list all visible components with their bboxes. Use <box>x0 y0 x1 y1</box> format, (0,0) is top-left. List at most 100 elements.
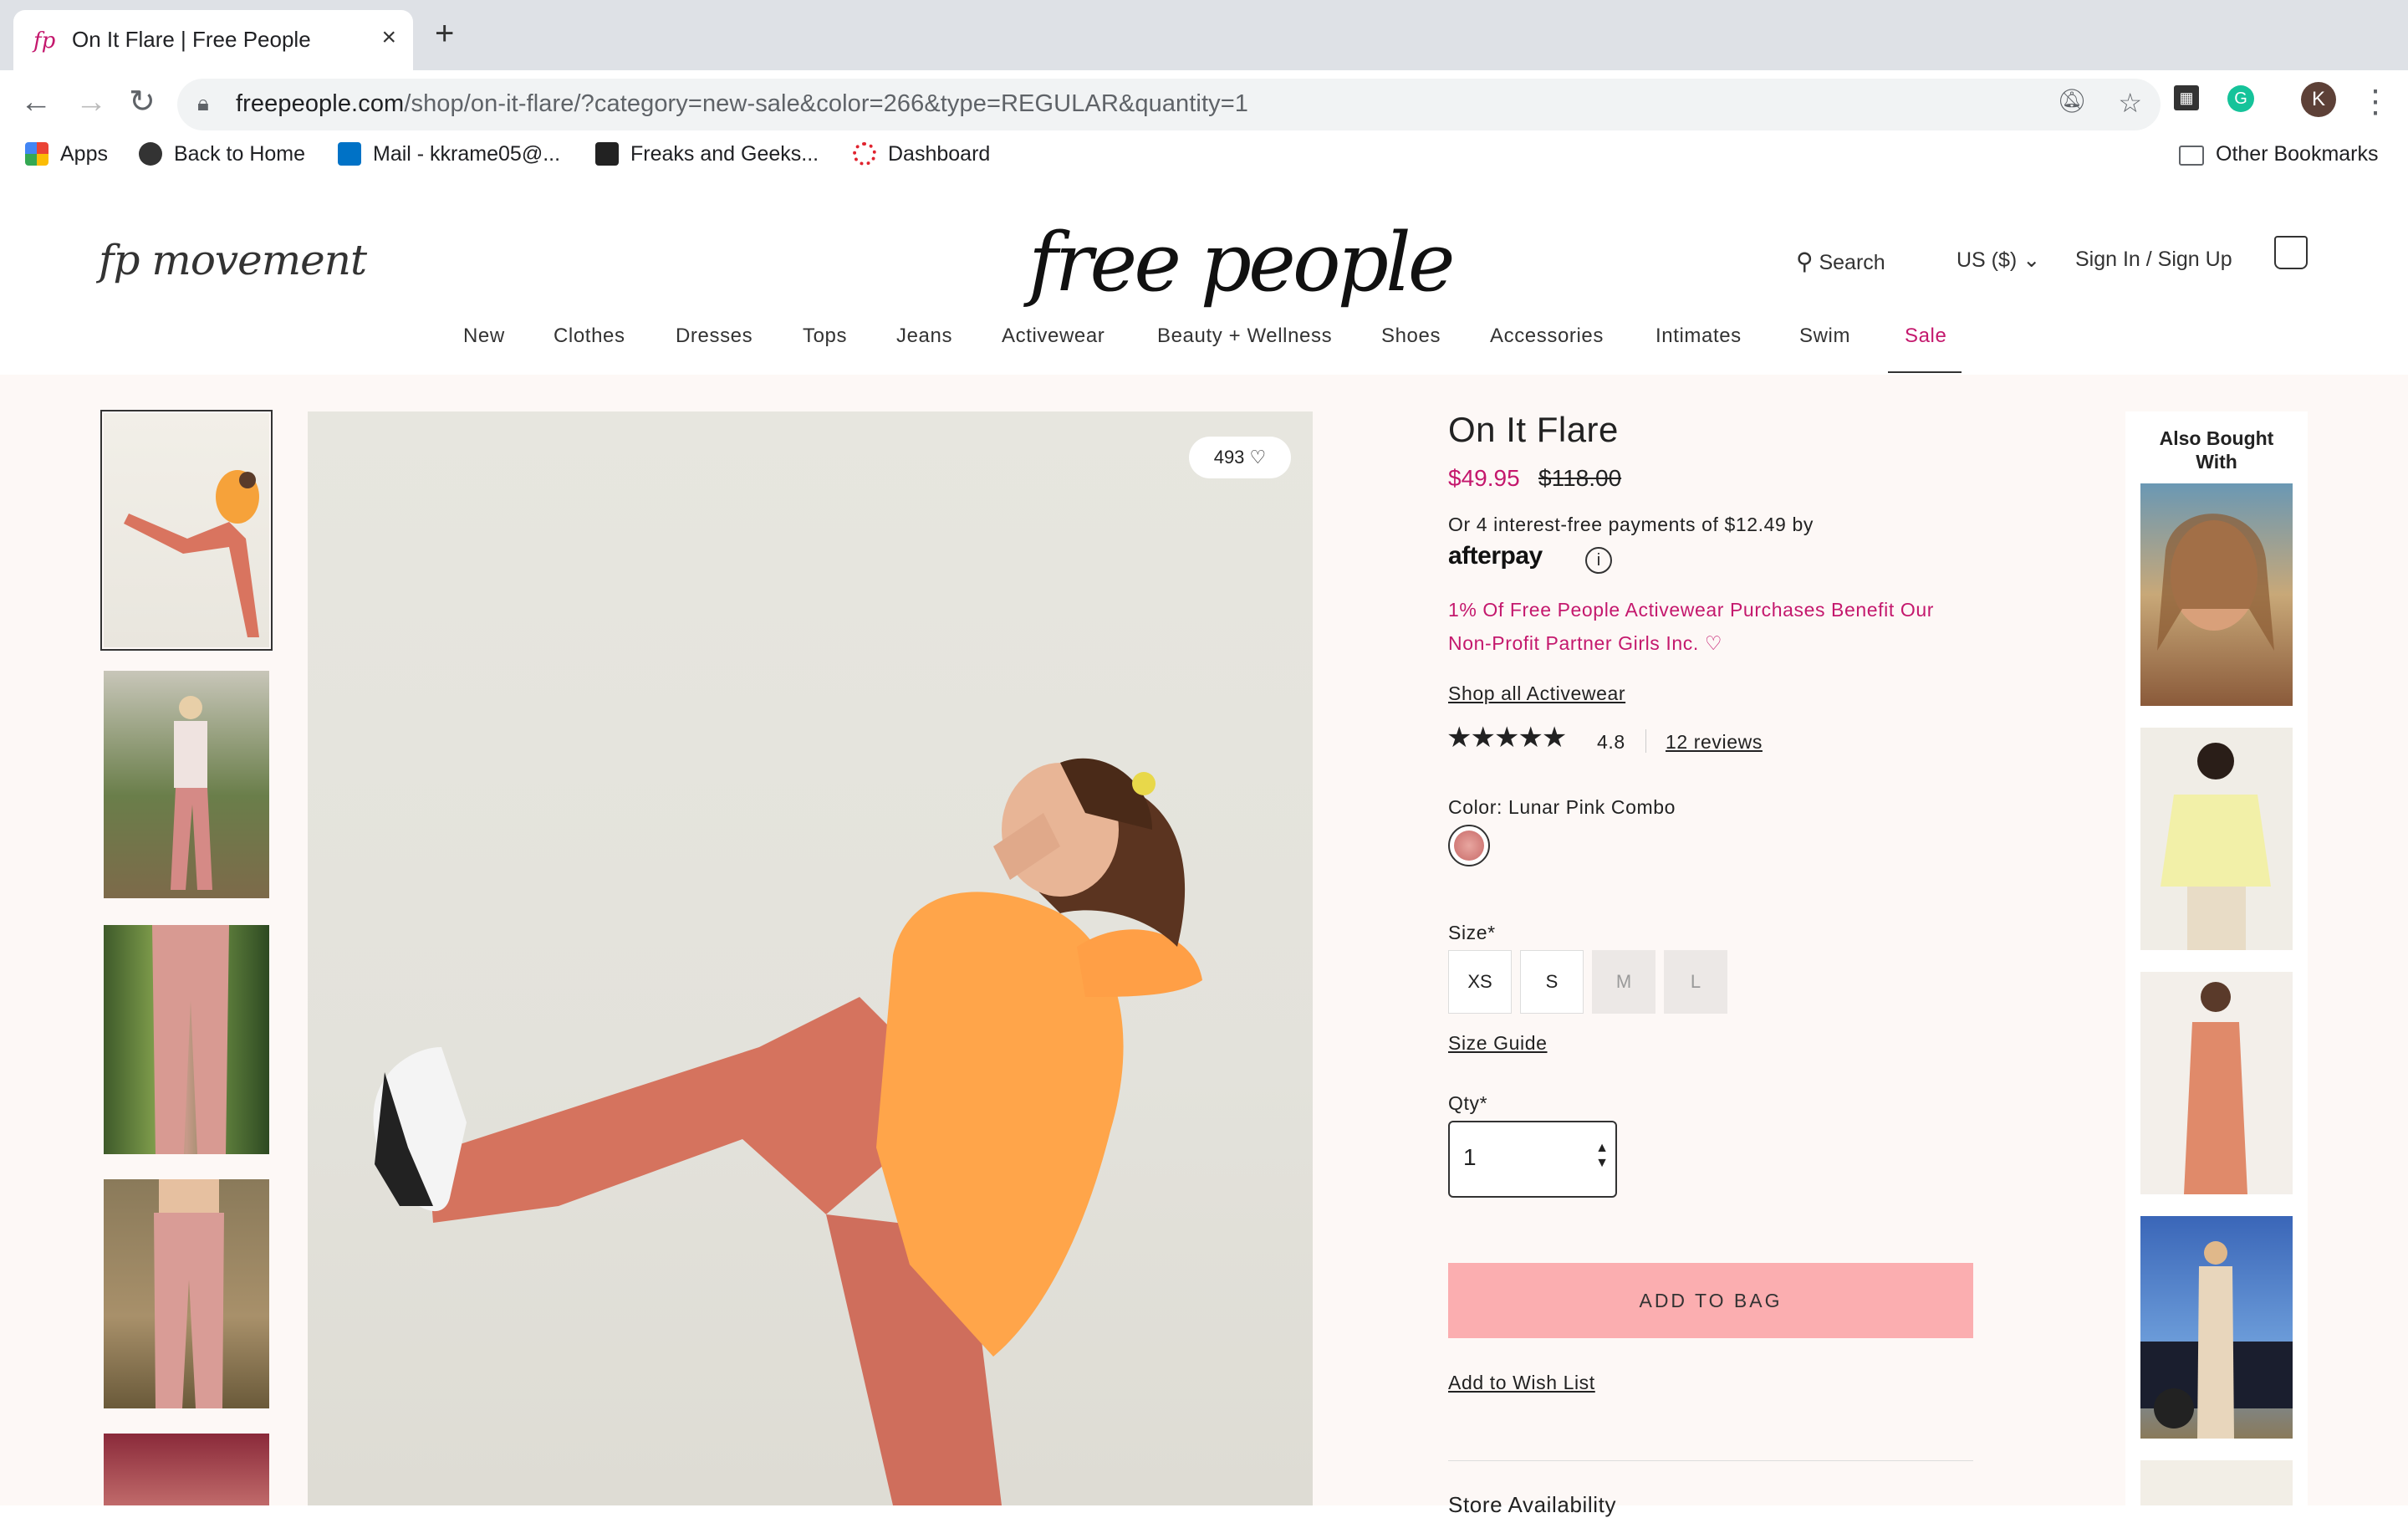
size-guide-link[interactable]: Size Guide <box>1448 1032 1548 1055</box>
nav-intimates[interactable]: Intimates <box>1656 325 1742 348</box>
also-bought-title-line1: Also Bought <box>2159 427 2274 449</box>
thumbnail-image[interactable] <box>104 671 269 898</box>
original-price: $118.00 <box>1538 465 1622 491</box>
stepper-arrows-icon[interactable]: ▲ ▼ <box>1595 1141 1609 1171</box>
profile-avatar[interactable]: K <box>2301 82 2336 117</box>
heart-icon: ♡ <box>1249 447 1267 468</box>
free-people-logo[interactable]: free people <box>1028 216 1456 309</box>
also-bought-item[interactable] <box>2140 1216 2293 1439</box>
product-title: On It Flare <box>1448 410 1619 449</box>
currency-selector[interactable]: US ($) ⌄ <box>1956 248 2040 273</box>
bookmark-back-to-home[interactable]: Back to Home <box>139 142 305 166</box>
quantity-stepper[interactable]: 1 ▲ ▼ <box>1448 1121 1617 1198</box>
url-domain: freepeople.com <box>236 90 405 117</box>
bookmark-freaks-and-geeks[interactable]: Freaks and Geeks... <box>595 142 819 166</box>
likes-button[interactable]: 493 ♡ <box>1189 437 1291 478</box>
sale-price: $49.95 <box>1448 465 1520 491</box>
search-label: Search <box>1819 251 1885 274</box>
info-icon[interactable]: i <box>1585 547 1612 574</box>
star-rating-icon: ★★★★★ <box>1446 722 1567 754</box>
thumbnail-image[interactable] <box>100 410 273 651</box>
nav-swim[interactable]: Swim <box>1799 325 1850 348</box>
size-l-button[interactable]: L <box>1664 950 1727 1014</box>
bookmark-label: Dashboard <box>888 142 991 166</box>
apps-grid-icon <box>25 142 48 166</box>
notifications-off-icon[interactable]: 🔕︎ <box>2057 87 2087 115</box>
also-bought-item[interactable] <box>2140 728 2293 950</box>
bookmark-dashboard[interactable]: Dashboard <box>853 142 990 166</box>
grammarly-icon[interactable]: G <box>2227 85 2254 112</box>
close-tab-icon[interactable]: × <box>381 23 396 52</box>
charity-text-line2[interactable]: Non-Profit Partner Girls Inc. ♡ <box>1448 632 1722 655</box>
lock-icon: 🔒︎ <box>197 90 209 115</box>
rating-value: 4.8 <box>1597 731 1625 753</box>
nav-clothes[interactable]: Clothes <box>554 325 625 348</box>
nav-beauty-wellness[interactable]: Beauty + Wellness <box>1157 325 1332 348</box>
browser-tab[interactable]: fp On It Flare | Free People × <box>13 10 413 70</box>
shop-all-activewear-link[interactable]: Shop all Activewear <box>1448 682 1625 705</box>
search-button[interactable]: ⚲ Search <box>1796 248 1885 275</box>
nav-new[interactable]: New <box>463 325 505 348</box>
currency-label: US ($) <box>1956 248 2018 272</box>
swatch-fill <box>1454 831 1484 861</box>
bookmark-label: Apps <box>60 142 108 166</box>
qty-label: Qty* <box>1448 1092 1488 1114</box>
shopping-bag-icon[interactable] <box>2274 236 2308 269</box>
freepeople-favicon-icon: fp <box>33 28 56 54</box>
model-sweater-photo <box>2161 743 2271 950</box>
add-to-bag-button[interactable]: ADD TO BAG <box>1448 1263 1973 1338</box>
back-arrow-icon[interactable]: ← <box>20 85 52 119</box>
color-label: Color: Lunar Pink Combo <box>1448 796 1676 818</box>
charity-text-line1: 1% Of Free People Activewear Purchases B… <box>1448 599 1934 621</box>
also-bought-item[interactable] <box>2140 972 2293 1194</box>
nav-dresses[interactable]: Dresses <box>676 325 752 348</box>
browser-toolbar: ← → ↻ 🔒︎ freepeople.com/shop/on-it-flare… <box>0 70 2408 199</box>
new-tab-icon[interactable]: + <box>435 17 454 50</box>
site-header: fp movement free people ⚲ Search US ($) … <box>0 186 2408 376</box>
nav-jeans[interactable]: Jeans <box>896 325 952 348</box>
nav-sale[interactable]: Sale <box>1905 325 1946 348</box>
folder-icon <box>2179 146 2204 166</box>
sign-in-link[interactable]: Sign In / Sign Up <box>2075 248 2232 272</box>
divider <box>1645 729 1646 753</box>
bookmark-star-icon[interactable]: ☆ <box>2118 87 2142 119</box>
active-nav-underline <box>1888 371 1962 373</box>
size-m-button[interactable]: M <box>1592 950 1656 1014</box>
model-dress-photo <box>2184 982 2247 1194</box>
nav-activewear[interactable]: Activewear <box>1002 325 1105 348</box>
main-product-image[interactable] <box>308 411 1313 1505</box>
nav-shoes[interactable]: Shoes <box>1381 325 1441 348</box>
bookmark-mail[interactable]: Mail - kkrame05@... <box>338 142 560 166</box>
chevron-down-icon: ⌄ <box>2023 248 2041 272</box>
also-bought-item[interactable] <box>2140 483 2293 706</box>
outlook-icon <box>338 142 361 166</box>
nav-accessories[interactable]: Accessories <box>1490 325 1604 348</box>
thumbnail-image[interactable] <box>104 1179 269 1408</box>
likes-count: 493 <box>1213 447 1245 468</box>
pants-detail-photo <box>152 925 229 1154</box>
nav-tops[interactable]: Tops <box>803 325 847 348</box>
add-to-wishlist-link[interactable]: Add to Wish List <box>1448 1372 1595 1394</box>
thumbnail-image[interactable] <box>104 925 269 1154</box>
address-bar[interactable]: 🔒︎ freepeople.com/shop/on-it-flare/?cate… <box>177 79 2161 130</box>
color-swatch-lunar-pink[interactable] <box>1448 825 1490 866</box>
thumbnail-image[interactable] <box>104 1434 269 1505</box>
extension-icon[interactable]: ▦ <box>2174 85 2199 110</box>
pants-back-photo <box>154 1179 224 1408</box>
bookmark-apps[interactable]: Apps <box>25 142 108 166</box>
also-bought-title-line2: With <box>2196 451 2237 473</box>
search-icon: ⚲ <box>1796 248 1814 274</box>
reviews-link[interactable]: 12 reviews <box>1666 731 1763 754</box>
bookmark-other[interactable]: Other Bookmarks <box>2179 142 2379 166</box>
also-bought-item[interactable] <box>2140 1460 2293 1505</box>
size-s-button[interactable]: S <box>1520 950 1584 1014</box>
forward-arrow-icon[interactable]: → <box>75 85 107 119</box>
url-path: /shop/on-it-flare/?category=new-sale&col… <box>404 90 1248 117</box>
fp-movement-logo[interactable]: fp movement <box>99 236 367 284</box>
divider <box>1448 1460 1973 1461</box>
reload-icon[interactable]: ↻ <box>129 85 156 119</box>
chrome-menu-icon[interactable]: ⋮ <box>2360 85 2391 119</box>
afterpay-logo: afterpay <box>1448 542 1543 570</box>
size-xs-button[interactable]: XS <box>1448 950 1512 1014</box>
model-car-photo <box>2140 1241 2293 1439</box>
